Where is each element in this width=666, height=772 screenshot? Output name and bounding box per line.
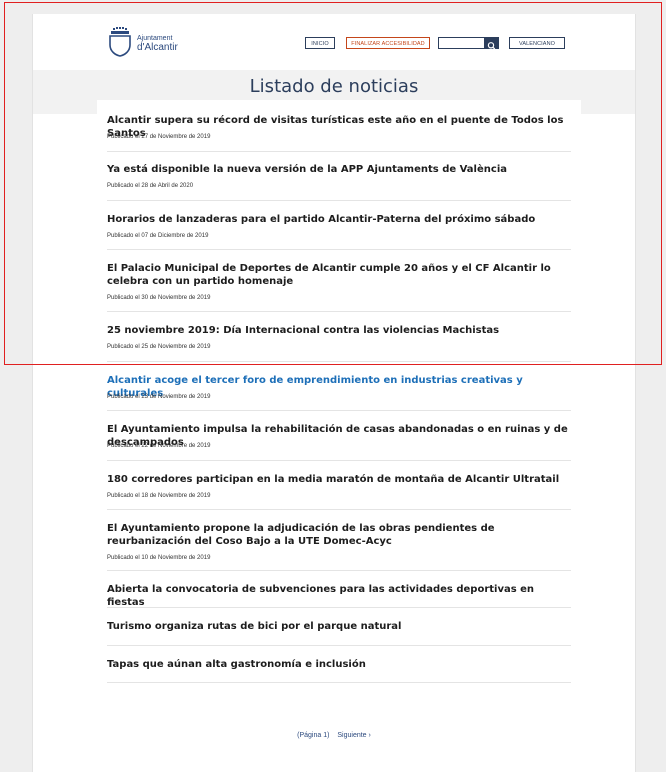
divider <box>107 509 571 510</box>
news-title[interactable]: El Ayuntamiento propone la adjudicación … <box>107 522 571 548</box>
divider <box>107 151 571 152</box>
news-date: Publicado el 30 de Noviembre de 2019 <box>107 295 211 301</box>
divider <box>107 200 571 201</box>
divider <box>107 645 571 646</box>
search-icon <box>487 42 496 50</box>
news-title[interactable]: El Palacio Municipal de Deportes de Alca… <box>107 262 571 288</box>
news-date: Publicado el 18 de Noviembre de 2019 <box>107 493 211 499</box>
page-indicator: (Página 1) <box>297 732 330 739</box>
news-item[interactable]: El Palacio Municipal de Deportes de Alca… <box>107 262 571 301</box>
news-date: Publicado el 22 de Noviembre de 2019 <box>107 443 211 449</box>
logo-top-text: Ajuntament <box>137 35 173 42</box>
divider <box>107 311 571 312</box>
search-button[interactable] <box>484 37 499 50</box>
news-item[interactable]: Alcantir acoge el tercer foro de emprend… <box>107 374 571 400</box>
news-item[interactable]: Alcantir supera su récord de visitas tur… <box>107 114 571 140</box>
news-item[interactable]: El Ayuntamiento propone la adjudicación … <box>107 522 571 561</box>
news-title[interactable]: Turismo organiza rutas de bici por el pa… <box>107 620 571 633</box>
news-item[interactable]: Abierta la convocatoria de subvenciones … <box>107 583 571 609</box>
news-title[interactable]: 25 noviembre 2019: Día Internacional con… <box>107 324 571 337</box>
next-page-link[interactable]: Siguiente › <box>337 732 370 739</box>
logo-bottom-text: d'Alcantir <box>137 42 178 53</box>
news-item[interactable]: 180 corredores participan en la media ma… <box>107 473 571 499</box>
logo-text: Ajuntament d'Alcantir <box>137 35 178 53</box>
divider <box>107 607 571 608</box>
finalizar-accesibilidad-button[interactable]: FINALIZAR ACCESIBILIDAD <box>346 37 430 49</box>
divider <box>107 361 571 362</box>
news-date: Publicado el 10 de Noviembre de 2019 <box>107 555 211 561</box>
news-title[interactable]: Ya está disponible la nueva versión de l… <box>107 163 571 176</box>
news-item[interactable]: Ya está disponible la nueva versión de l… <box>107 163 571 189</box>
news-date: Publicado el 23 de Noviembre de 2019 <box>107 394 211 400</box>
divider <box>107 570 571 571</box>
news-item[interactable]: El Ayuntamiento impulsa la rehabilitació… <box>107 423 571 449</box>
news-date: Publicado el 25 de Noviembre de 2019 <box>107 344 211 350</box>
page-title: Listado de noticias <box>249 76 419 97</box>
page-container: Ajuntament d'Alcantir INICIO FINALIZAR A… <box>32 14 636 772</box>
news-title[interactable]: Tapas que aúnan alta gastronomía e inclu… <box>107 658 571 671</box>
inicio-button[interactable]: INICIO <box>305 37 335 49</box>
divider <box>107 682 571 683</box>
news-title[interactable]: Horarios de lanzaderas para el partido A… <box>107 213 571 226</box>
pagination: (Página 1) Siguiente › <box>33 732 635 739</box>
news-title[interactable]: Abierta la convocatoria de subvenciones … <box>107 583 571 609</box>
news-date: Publicado el 07 de Diciembre de 2019 <box>107 233 209 239</box>
news-item[interactable]: Tapas que aúnan alta gastronomía e inclu… <box>107 658 571 671</box>
news-date: Publicado el 27 de Noviembre de 2019 <box>107 134 211 140</box>
news-date: Publicado el 28 de Abril de 2020 <box>107 183 194 189</box>
news-list: Alcantir supera su récord de visitas tur… <box>97 100 581 750</box>
divider <box>107 460 571 461</box>
news-item[interactable]: Horarios de lanzaderas para el partido A… <box>107 213 571 239</box>
site-logo[interactable]: Ajuntament d'Alcantir <box>107 27 197 59</box>
divider <box>107 249 571 250</box>
shield-logo-icon <box>109 27 131 57</box>
news-item[interactable]: 25 noviembre 2019: Día Internacional con… <box>107 324 571 350</box>
site-header: Ajuntament d'Alcantir INICIO FINALIZAR A… <box>33 14 635 70</box>
news-title[interactable]: 180 corredores participan en la media ma… <box>107 473 571 486</box>
news-item[interactable]: Turismo organiza rutas de bici por el pa… <box>107 620 571 633</box>
divider <box>107 410 571 411</box>
valenciano-button[interactable]: VALENCIANO <box>509 37 565 49</box>
search-input[interactable] <box>438 37 485 49</box>
